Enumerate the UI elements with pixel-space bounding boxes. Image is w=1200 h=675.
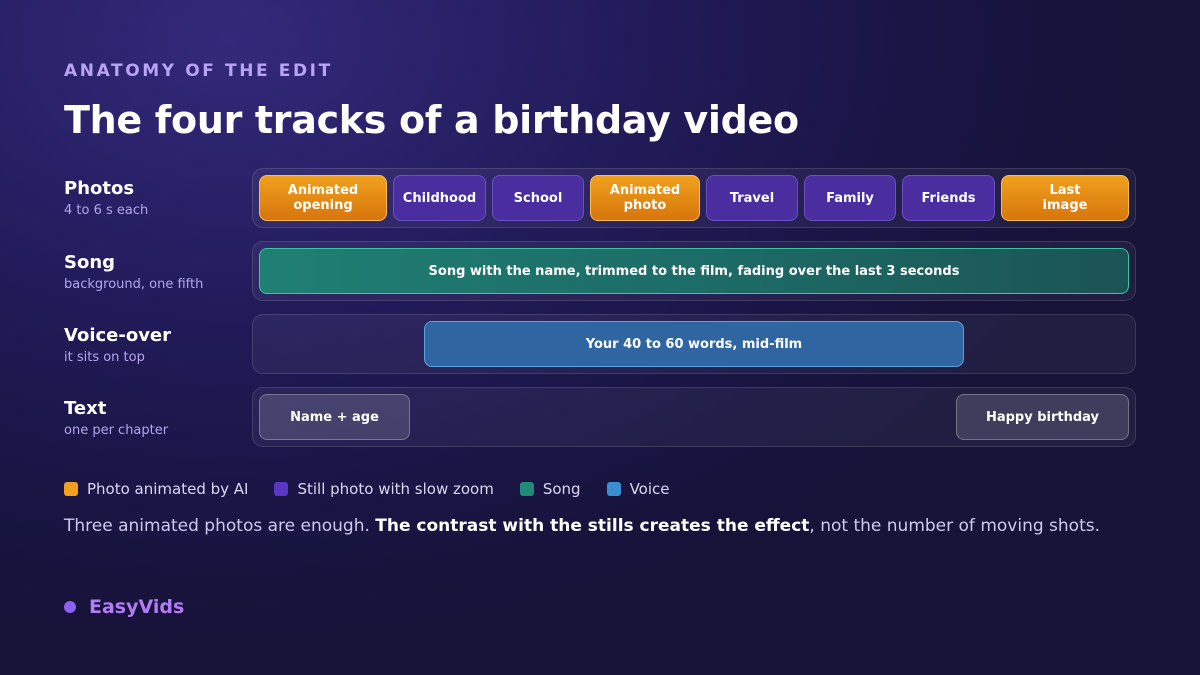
clip-travel[interactable]: Travel <box>706 175 798 221</box>
legend-label: Still photo with slow zoom <box>297 480 494 498</box>
track-name: Voice-over <box>64 325 172 346</box>
track-label-song: Song background, one fifth <box>64 252 203 292</box>
clip-label: Song with the name, trimmed to the film,… <box>428 263 960 279</box>
brand: EasyVids <box>64 596 184 618</box>
clip-happy-birthday[interactable]: Happy birthday <box>956 394 1129 440</box>
clip-label: Animated photo <box>609 183 681 213</box>
track-lane-voice-over: Your 40 to 60 words, mid-film <box>252 314 1136 374</box>
clip-childhood[interactable]: Childhood <box>393 175 486 221</box>
legend-item-still: Still photo with slow zoom <box>274 480 494 498</box>
track-label-voice-over: Voice-over it sits on top <box>64 325 171 365</box>
caption-tail: , not the number of moving shots. <box>809 516 1100 536</box>
clip-last-image[interactable]: Last image <box>1001 175 1129 221</box>
clip-label: Childhood <box>402 190 477 206</box>
clip-song[interactable]: Song with the name, trimmed to the film,… <box>259 248 1129 294</box>
clip-friends[interactable]: Friends <box>902 175 995 221</box>
track-subtitle: it sits on top <box>64 350 145 365</box>
clip-family[interactable]: Family <box>804 175 896 221</box>
brand-name: EasyVids <box>89 596 185 618</box>
kicker: ANATOMY OF THE EDIT <box>64 61 333 81</box>
track-subtitle: one per chapter <box>64 423 169 438</box>
track-label-photos: Photos 4 to 6 s each <box>64 178 148 218</box>
track-subtitle: 4 to 6 s each <box>64 203 149 218</box>
track-label-text: Text one per chapter <box>64 398 168 438</box>
legend-swatch <box>274 482 289 496</box>
legend: Photo animated by AI Still photo with sl… <box>64 480 695 498</box>
clip-voice-over[interactable]: Your 40 to 60 words, mid-film <box>424 321 964 367</box>
legend-label: Voice <box>629 480 670 498</box>
clip-animated-opening[interactable]: Animated opening <box>259 175 387 221</box>
legend-swatch <box>606 482 621 496</box>
clip-name-age[interactable]: Name + age <box>259 394 410 440</box>
legend-item-song: Song <box>519 480 581 498</box>
clip-label: Happy birthday <box>985 409 1100 425</box>
legend-swatch <box>519 482 534 496</box>
caption-emphasis: The contrast with the stills creates the… <box>375 516 810 536</box>
legend-item-voice: Voice <box>606 480 670 498</box>
clip-label: Family <box>826 190 874 206</box>
clip-label: Last image <box>1042 183 1088 213</box>
clip-label: Travel <box>729 190 775 206</box>
clip-label: Name + age <box>290 409 379 425</box>
track-name: Song <box>64 252 116 273</box>
clip-label: Animated opening <box>287 183 359 213</box>
page-title: The four tracks of a birthday video <box>64 98 799 142</box>
legend-swatch <box>64 482 78 496</box>
caption: Three animated photos are enough. The co… <box>64 516 1100 536</box>
track-lane-photos: Animated opening Childhood School Animat… <box>252 168 1136 228</box>
clip-label: School <box>513 190 563 206</box>
track-lane-song: Song with the name, trimmed to the film,… <box>252 241 1136 301</box>
track-subtitle: background, one fifth <box>64 277 204 292</box>
track-lane-text: Name + age Happy birthday <box>252 387 1136 447</box>
clip-label: Friends <box>921 190 976 206</box>
caption-lead: Three animated photos are enough. <box>64 516 376 536</box>
legend-item-ai: Photo animated by AI <box>64 480 248 498</box>
clip-school[interactable]: School <box>492 175 584 221</box>
clip-label: Your 40 to 60 words, mid-film <box>585 336 803 352</box>
legend-label: Song <box>542 480 581 498</box>
legend-label: Photo animated by AI <box>87 480 249 498</box>
brand-dot-icon <box>64 601 76 613</box>
track-name: Photos <box>64 178 135 199</box>
clip-animated-photo[interactable]: Animated photo <box>590 175 700 221</box>
track-name: Text <box>64 398 107 419</box>
